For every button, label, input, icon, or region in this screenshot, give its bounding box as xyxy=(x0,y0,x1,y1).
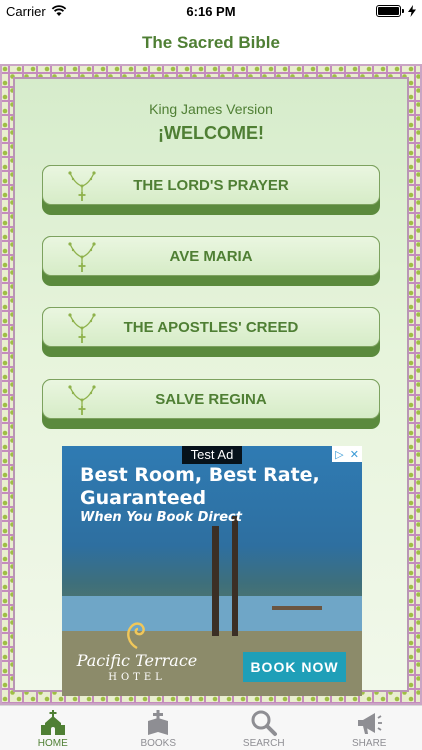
status-right xyxy=(376,5,416,17)
ad-brand: Pacific Terrace xyxy=(76,651,198,670)
button-face: THE APOSTLES' CREED xyxy=(42,307,380,347)
ad-subline: When You Book Direct xyxy=(80,510,242,525)
nav-bar: The Sacred Bible xyxy=(0,22,422,64)
ad-banner[interactable]: Test Ad ▷ ✕ Best Room, Best Rate, Guaran… xyxy=(62,446,362,696)
button-label: AVE MARIA xyxy=(169,247,253,265)
version-subtitle: King James Version xyxy=(149,101,273,117)
ad-logo: Pacific Terrace HOTEL xyxy=(72,621,202,691)
tab-search[interactable]: SEARCH xyxy=(211,706,317,750)
salve-regina-button[interactable]: SALVE REGINA xyxy=(42,379,380,429)
ad-bench xyxy=(272,606,322,626)
rosary-icon xyxy=(68,313,96,343)
megaphone-icon xyxy=(358,713,383,734)
ad-brand-sub: HOTEL xyxy=(108,672,166,683)
rosary-icon xyxy=(68,385,96,415)
status-left: Carrier xyxy=(6,4,67,19)
bible-icon xyxy=(148,710,169,735)
charging-icon xyxy=(408,5,416,17)
rosary-icon xyxy=(68,242,96,272)
button-label: SALVE REGINA xyxy=(155,390,267,408)
tab-label: SHARE xyxy=(352,738,387,749)
apostles-creed-button[interactable]: THE APOSTLES' CREED xyxy=(42,307,380,357)
tab-share[interactable]: SHARE xyxy=(317,706,422,750)
tab-books[interactable]: BOOKS xyxy=(106,706,212,750)
nav-title: The Sacred Bible xyxy=(142,33,280,52)
tab-home[interactable]: HOME xyxy=(0,706,106,750)
book-now-button[interactable]: BOOK NOW xyxy=(243,652,346,682)
button-label: THE APOSTLES' CREED xyxy=(123,318,299,336)
tab-label: HOME xyxy=(37,738,68,749)
ad-choices-icon[interactable]: ▷ ✕ xyxy=(332,446,362,462)
ad-label: Test Ad xyxy=(182,446,242,464)
palm-trunk xyxy=(232,516,238,636)
button-face: THE LORD'S PRAYER xyxy=(42,165,380,205)
welcome-heading: ¡WELCOME! xyxy=(158,123,264,143)
close-icon[interactable]: ✕ xyxy=(350,448,359,461)
ad-headline: Best Room, Best Rate, Guaranteed xyxy=(80,464,320,509)
status-bar: Carrier 6:16 PM xyxy=(0,0,422,22)
tab-bar: HOME BOOKS SEARCH SHARE xyxy=(0,705,422,750)
rosary-icon xyxy=(68,171,96,201)
tab-label: SEARCH xyxy=(242,738,285,749)
button-face: SALVE REGINA xyxy=(42,379,380,419)
carrier-label: Carrier xyxy=(6,3,46,19)
shell-logo-icon xyxy=(127,622,145,649)
tab-label: BOOKS xyxy=(140,738,177,749)
church-icon xyxy=(40,710,65,735)
search-icon xyxy=(251,710,277,736)
palm-trunk xyxy=(212,526,219,636)
button-face: AVE MARIA xyxy=(42,236,380,276)
ave-maria-button[interactable]: AVE MARIA xyxy=(42,236,380,286)
wifi-icon xyxy=(51,5,66,16)
button-label: THE LORD'S PRAYER xyxy=(133,176,289,194)
battery-icon xyxy=(376,5,404,17)
adchoices-play-icon: ▷ xyxy=(335,448,344,461)
lords-prayer-button[interactable]: THE LORD'S PRAYER xyxy=(42,165,380,215)
